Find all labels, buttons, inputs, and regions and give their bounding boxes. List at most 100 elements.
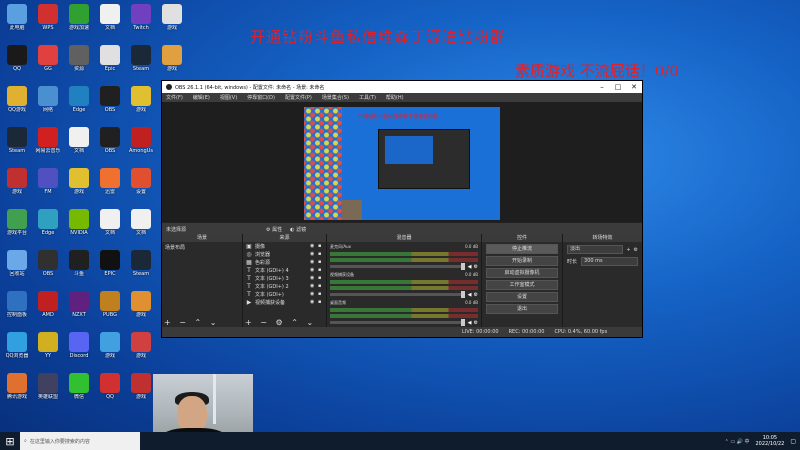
desktop-icon[interactable]: AmongUs — [126, 125, 156, 154]
control-button[interactable]: 停止推流 — [486, 244, 558, 254]
desktop-icon[interactable]: NVIDIA — [64, 207, 94, 236]
minimize-button[interactable]: – — [594, 83, 610, 91]
speaker-icon[interactable]: ◀ — [468, 292, 472, 298]
source-item[interactable]: ▣ 摄像 ◉ ▪ — [243, 242, 326, 250]
desktop-icon[interactable]: FM — [33, 166, 63, 195]
desktop-icon[interactable]: 游戏 — [126, 84, 156, 113]
menu-item[interactable]: 编辑(E) — [193, 94, 210, 101]
transition-settings-icon[interactable]: ⚙ — [634, 247, 638, 253]
preview-canvas[interactable]: 开通钻粉斗鱼私信维森丁源进钻粉群 — [162, 102, 642, 222]
control-button[interactable]: 退出 — [486, 304, 558, 314]
desktop-icon[interactable]: 资源 — [64, 43, 94, 72]
taskbar-search[interactable]: ⌕ 在这里输入你要搜索的内容 — [20, 432, 140, 450]
control-button[interactable]: 启动虚拟摄像机 — [486, 268, 558, 278]
desktop-icon[interactable]: 游戏 — [157, 2, 187, 31]
gear-icon[interactable]: ⚙ — [474, 264, 478, 270]
desktop-icon[interactable]: OBS — [95, 84, 125, 113]
desktop-icon[interactable]: OBS — [95, 125, 125, 154]
desktop-icon[interactable]: AMD — [33, 289, 63, 318]
desktop-icon[interactable]: 网易云音乐 — [33, 125, 63, 154]
gear-icon[interactable]: ⚙ — [474, 320, 478, 326]
control-button[interactable]: 设置 — [486, 292, 558, 302]
desktop-icon[interactable]: 文档 — [64, 125, 94, 154]
menu-item[interactable]: 文件(F) — [166, 94, 183, 101]
desktop-icon[interactable]: 微信 — [64, 371, 94, 400]
desktop-icon[interactable]: 文档 — [126, 207, 156, 236]
scene-item[interactable]: 场景布局 — [162, 242, 242, 253]
desktop-icon[interactable]: WPS — [33, 2, 63, 31]
desktop-icon[interactable]: 控制面板 — [2, 289, 32, 318]
volume-slider[interactable] — [330, 262, 465, 270]
menu-item[interactable]: 帮助(H) — [386, 94, 404, 101]
desktop-icon[interactable]: QQ — [95, 371, 125, 400]
speaker-icon[interactable]: ◀ — [468, 320, 472, 326]
desktop-icon[interactable]: 网络 — [33, 84, 63, 113]
desktop-icon[interactable]: 文档 — [95, 207, 125, 236]
maximize-button[interactable]: □ — [610, 83, 626, 91]
desktop-icon[interactable]: GG — [33, 43, 63, 72]
desktop-icon[interactable]: 腾讯游戏 — [2, 371, 32, 400]
menu-item[interactable]: 停靠窗口(D) — [247, 94, 275, 101]
desktop-icon[interactable]: 回收站 — [2, 248, 32, 277]
desktop-icon[interactable]: 迅雷 — [95, 166, 125, 195]
desktop-icon[interactable]: 游戏 — [126, 330, 156, 359]
desktop-icon[interactable]: Steam — [2, 125, 32, 154]
lock-icon[interactable]: ▪ — [318, 267, 326, 273]
desktop-icon[interactable]: Discord — [64, 330, 94, 359]
desktop-icon[interactable]: 游戏加速 — [64, 2, 94, 31]
properties-button[interactable]: ⚙ 属性 — [266, 226, 282, 233]
control-button[interactable]: 工作室模式 — [486, 280, 558, 290]
visibility-icon[interactable]: ◉ — [310, 299, 318, 305]
desktop-icon[interactable]: 游戏 — [126, 289, 156, 318]
source-item[interactable]: T 文本 (GDI+) 3 ◉ ▪ — [243, 274, 326, 282]
desktop-icon[interactable]: EPIC — [95, 248, 125, 277]
visibility-icon[interactable]: ◉ — [310, 259, 318, 265]
source-item[interactable]: T 文本 (GDI+) 4 ◉ ▪ — [243, 266, 326, 274]
visibility-icon[interactable]: ◉ — [310, 283, 318, 289]
desktop-icon[interactable]: 游戏 — [2, 166, 32, 195]
notification-icon[interactable]: ▢ — [790, 438, 796, 445]
transition-select[interactable]: 淡出 — [567, 245, 624, 254]
desktop-icon[interactable]: Steam — [126, 248, 156, 277]
visibility-icon[interactable]: ◉ — [310, 267, 318, 273]
desktop-icon[interactable]: 斗鱼 — [64, 248, 94, 277]
lock-icon[interactable]: ▪ — [318, 251, 326, 257]
desktop-icon[interactable]: 游戏 — [95, 330, 125, 359]
desktop-icon[interactable]: YY — [33, 330, 63, 359]
desktop-icon[interactable]: QQ — [2, 43, 32, 72]
tray-icons[interactable]: ⌃ ▭ 🔊 中 — [725, 438, 750, 445]
gear-icon[interactable]: ⚙ — [474, 292, 478, 298]
lock-icon[interactable]: ▪ — [318, 299, 326, 305]
visibility-icon[interactable]: ◉ — [310, 251, 318, 257]
start-button[interactable]: ⊞ — [0, 435, 20, 448]
desktop-icon[interactable]: 设置 — [126, 166, 156, 195]
add-transition-button[interactable]: + — [626, 247, 630, 253]
menu-item[interactable]: 工具(T) — [359, 94, 376, 101]
source-item[interactable]: ▦ 色彩源 ◉ ▪ — [243, 258, 326, 266]
scenes-toolbar[interactable]: + − ⌃ ⌄ — [164, 318, 219, 327]
menu-item[interactable]: 配置文件(P) — [285, 94, 312, 101]
close-button[interactable]: ✕ — [626, 83, 642, 91]
speaker-icon[interactable]: ◀ — [468, 264, 472, 270]
desktop-icon[interactable]: 英雄联盟 — [33, 371, 63, 400]
desktop-icon[interactable]: PUBG — [95, 289, 125, 318]
source-item[interactable]: T 文本 (GDI+) 2 ◉ ▪ — [243, 282, 326, 290]
filters-button[interactable]: ◐ 滤镜 — [290, 226, 306, 233]
desktop-icon[interactable]: NZXT — [64, 289, 94, 318]
control-button[interactable]: 开始录制 — [486, 256, 558, 266]
desktop-icon[interactable]: 此电脑 — [2, 2, 32, 31]
menu-item[interactable]: 视图(V) — [220, 94, 237, 101]
visibility-icon[interactable]: ◉ — [310, 243, 318, 249]
desktop-icon[interactable]: 游戏 — [157, 43, 187, 72]
visibility-icon[interactable]: ◉ — [310, 291, 318, 297]
desktop-icon[interactable]: 游戏 — [64, 166, 94, 195]
source-item[interactable]: ▶ 视频捕获设备 ◉ ▪ — [243, 298, 326, 306]
lock-icon[interactable]: ▪ — [318, 259, 326, 265]
obs-titlebar[interactable]: OBS 26.1.1 (64-bit, windows) - 配置文件: 未命名… — [162, 81, 642, 93]
visibility-icon[interactable]: ◉ — [310, 275, 318, 281]
desktop-icon[interactable]: Edge — [64, 84, 94, 113]
menu-item[interactable]: 场景集合(S) — [322, 94, 349, 101]
desktop-icon[interactable]: 文档 — [95, 2, 125, 31]
desktop-icon[interactable]: Epic — [95, 43, 125, 72]
lock-icon[interactable]: ▪ — [318, 275, 326, 281]
